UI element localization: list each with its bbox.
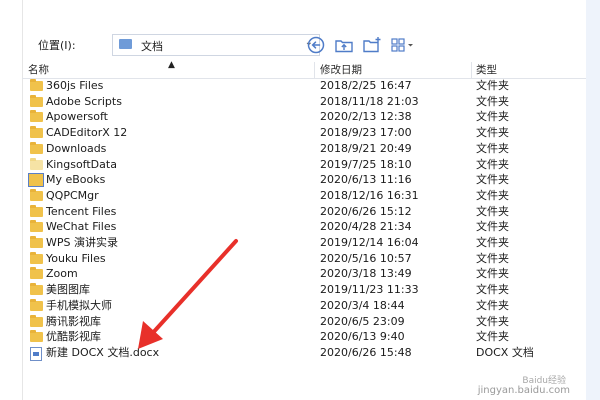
watermark-url: jingyan.baidu.com: [477, 385, 570, 396]
annotation-arrow: [138, 239, 238, 349]
arrow-shaft: [148, 239, 238, 338]
